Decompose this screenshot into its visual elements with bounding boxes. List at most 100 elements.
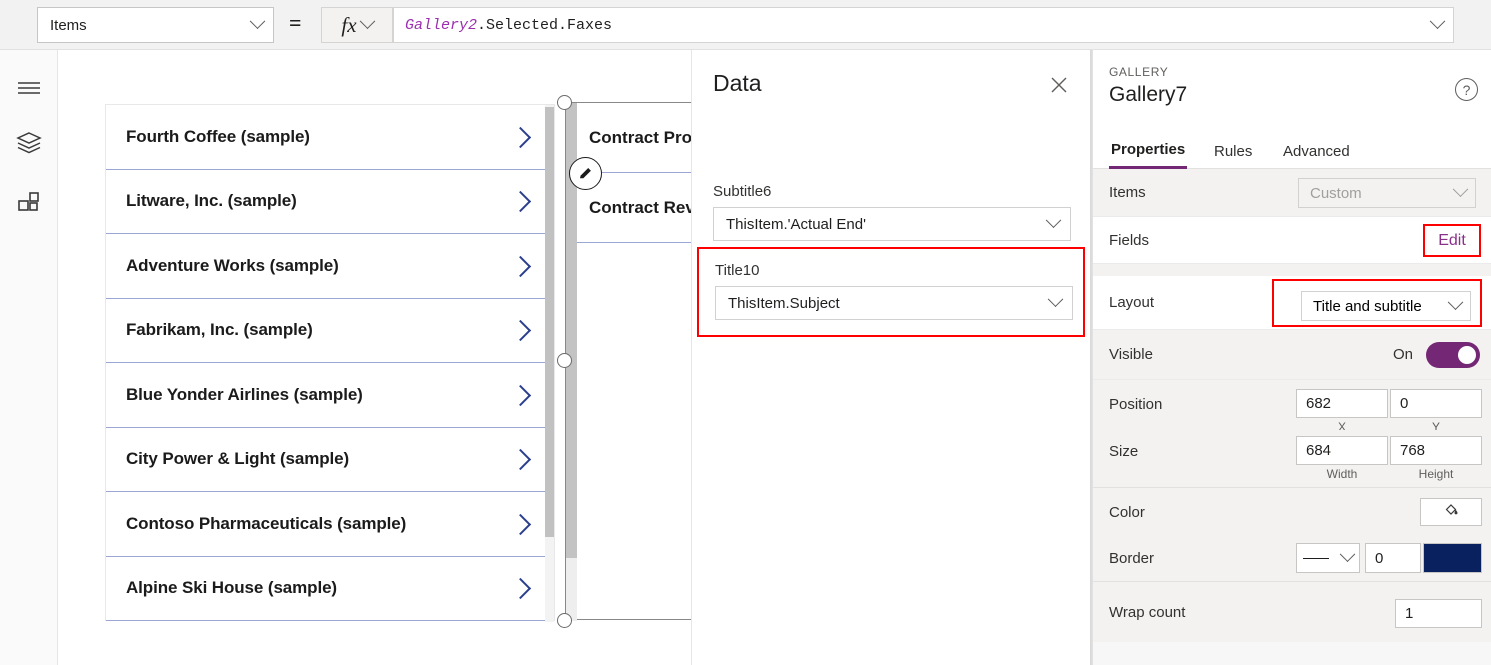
visible-toggle[interactable] — [1426, 342, 1480, 368]
property-row-divider — [1093, 264, 1491, 276]
data-field-label: Subtitle6 — [713, 183, 772, 200]
chevron-down-icon — [1047, 290, 1064, 307]
formula-bar: Items = fx Gallery2.Selected.Faxes — [0, 0, 1491, 50]
layout-dropdown[interactable]: Title and subtitle — [1301, 291, 1471, 321]
position-y-input[interactable]: 0 — [1390, 389, 1482, 418]
layout-value: Title and subtitle — [1313, 297, 1422, 315]
list-item[interactable]: Fourth Coffee (sample) — [106, 105, 554, 170]
chevron-right-icon[interactable] — [510, 190, 532, 212]
list-item-label: Fourth Coffee (sample) — [126, 126, 310, 146]
items-value: Custom — [1310, 184, 1362, 202]
selection-handle-top-left[interactable] — [557, 95, 572, 110]
chevron-right-icon[interactable] — [510, 577, 532, 599]
property-label: Wrap count — [1109, 604, 1186, 621]
list-item-label: Adventure Works (sample) — [126, 255, 339, 275]
list-item-label: Contract Pro — [589, 127, 692, 147]
list-item[interactable]: Alpine Ski House (sample) — [106, 556, 554, 621]
help-question-icon[interactable]: ? — [1455, 78, 1478, 101]
property-label: Color — [1109, 503, 1145, 521]
tab-properties[interactable]: Properties — [1109, 133, 1188, 169]
selection-handle-middle-left[interactable] — [557, 353, 572, 368]
property-label: Size — [1109, 443, 1139, 460]
list-item[interactable]: Blue Yonder Airlines (sample) — [106, 363, 554, 428]
data-field-label: Title10 — [715, 262, 760, 279]
list-item[interactable]: Contoso Pharmaceuticals (sample) — [106, 492, 554, 557]
chevron-down-icon — [359, 12, 375, 29]
data-field-title10: Title10 ThisItem.Subject — [715, 262, 1073, 320]
border-color-fill — [1424, 544, 1481, 572]
size-height-input[interactable]: 768 — [1390, 436, 1482, 465]
chevron-right-icon[interactable] — [510, 448, 532, 470]
size-width-caption: Width — [1326, 467, 1358, 481]
list-item[interactable]: Adventure Works (sample) — [106, 234, 554, 299]
list-item[interactable]: Litware, Inc. (sample) — [106, 169, 554, 234]
property-label: Layout — [1109, 294, 1155, 311]
tab-advanced[interactable]: Advanced — [1281, 133, 1352, 169]
size-height-caption: Height — [1418, 467, 1454, 481]
data-field-value: ThisItem.'Actual End' — [726, 215, 866, 233]
wrap-count-input[interactable]: 1 — [1395, 599, 1482, 628]
chevron-right-icon[interactable] — [510, 513, 532, 535]
fx-button[interactable]: fx — [321, 7, 393, 43]
visible-state-label: On — [1393, 346, 1414, 363]
solid-line-icon — [1303, 557, 1330, 559]
border-width-input[interactable]: 0 — [1365, 543, 1421, 573]
border-color-swatch[interactable] — [1423, 543, 1482, 573]
properties-tabs: Properties Rules Advanced — [1093, 133, 1491, 169]
close-icon[interactable] — [1044, 70, 1074, 100]
list-item-label: Fabrikam, Inc. (sample) — [126, 320, 313, 340]
property-row-fields: Fields Edit — [1093, 217, 1491, 264]
chevron-down-icon — [1045, 211, 1062, 228]
chevron-right-icon[interactable] — [510, 319, 532, 341]
color-fill-button[interactable] — [1420, 498, 1482, 526]
fx-label: fx — [341, 12, 357, 37]
list-item[interactable]: City Power & Light (sample) — [106, 427, 554, 492]
insert-components-icon[interactable] — [14, 188, 44, 218]
chevron-down-icon — [1452, 180, 1469, 197]
selection-handle-bottom-left[interactable] — [557, 613, 572, 628]
items-dropdown[interactable]: Custom — [1298, 178, 1476, 208]
hamburger-menu-icon[interactable] — [14, 73, 44, 103]
size-width-input[interactable]: 684 — [1296, 436, 1388, 465]
property-row-position: Position 682 0 X Y — [1093, 380, 1491, 434]
left-rail — [0, 50, 58, 665]
gallery-scrollbar-thumb[interactable] — [545, 107, 554, 537]
gallery-accounts-list[interactable]: Fourth Coffee (sample) Litware, Inc. (sa… — [105, 104, 555, 622]
formula-input[interactable]: Gallery2.Selected.Faxes — [393, 7, 1454, 43]
property-row-wrap-count: Wrap count 1 — [1093, 582, 1491, 642]
chevron-down-icon[interactable] — [1429, 12, 1446, 29]
list-item-label: Litware, Inc. (sample) — [126, 191, 297, 211]
gallery-scrollbar[interactable] — [545, 105, 554, 622]
list-item-label: Contract Rev — [589, 197, 695, 217]
chevron-down-icon — [249, 12, 266, 29]
list-item-label: Contoso Pharmaceuticals (sample) — [126, 513, 407, 533]
chevron-right-icon[interactable] — [510, 126, 532, 148]
list-item-label: Blue Yonder Airlines (sample) — [126, 384, 363, 404]
paint-bucket-icon — [1443, 501, 1460, 523]
equals-sign: = — [289, 10, 302, 35]
property-row-layout: Layout Title and subtitle — [1093, 276, 1491, 330]
border-style-dropdown[interactable] — [1296, 543, 1360, 573]
control-name: Gallery7 — [1109, 83, 1188, 106]
list-item[interactable]: Fabrikam, Inc. (sample) — [106, 298, 554, 363]
pencil-edit-icon[interactable] — [569, 157, 602, 190]
chevron-right-icon[interactable] — [510, 384, 532, 406]
chevron-down-icon — [1447, 293, 1464, 310]
tree-view-icon[interactable] — [14, 128, 44, 158]
property-label: Items — [1109, 184, 1146, 201]
data-field-dropdown[interactable]: ThisItem.Subject — [715, 286, 1073, 320]
position-x-input[interactable]: 682 — [1296, 389, 1388, 418]
tab-rules[interactable]: Rules — [1212, 133, 1254, 169]
property-select-dropdown[interactable]: Items — [37, 7, 274, 43]
properties-panel-header: GALLERY Gallery7 ? — [1093, 50, 1491, 133]
chevron-down-icon — [1339, 545, 1356, 562]
formula-text: Gallery2.Selected.Faxes — [405, 17, 1432, 34]
data-panel-title: Data — [713, 70, 762, 96]
data-field-dropdown[interactable]: ThisItem.'Actual End' — [713, 207, 1071, 241]
property-label: Visible — [1109, 346, 1153, 363]
formula-rest: .Selected.Faxes — [477, 16, 613, 34]
property-row-border: Border 0 — [1093, 536, 1491, 582]
chevron-right-icon[interactable] — [510, 255, 532, 277]
fields-edit-button[interactable]: Edit — [1438, 232, 1466, 250]
data-field-subtitle6: Subtitle6 ThisItem.'Actual End' — [713, 183, 1071, 241]
